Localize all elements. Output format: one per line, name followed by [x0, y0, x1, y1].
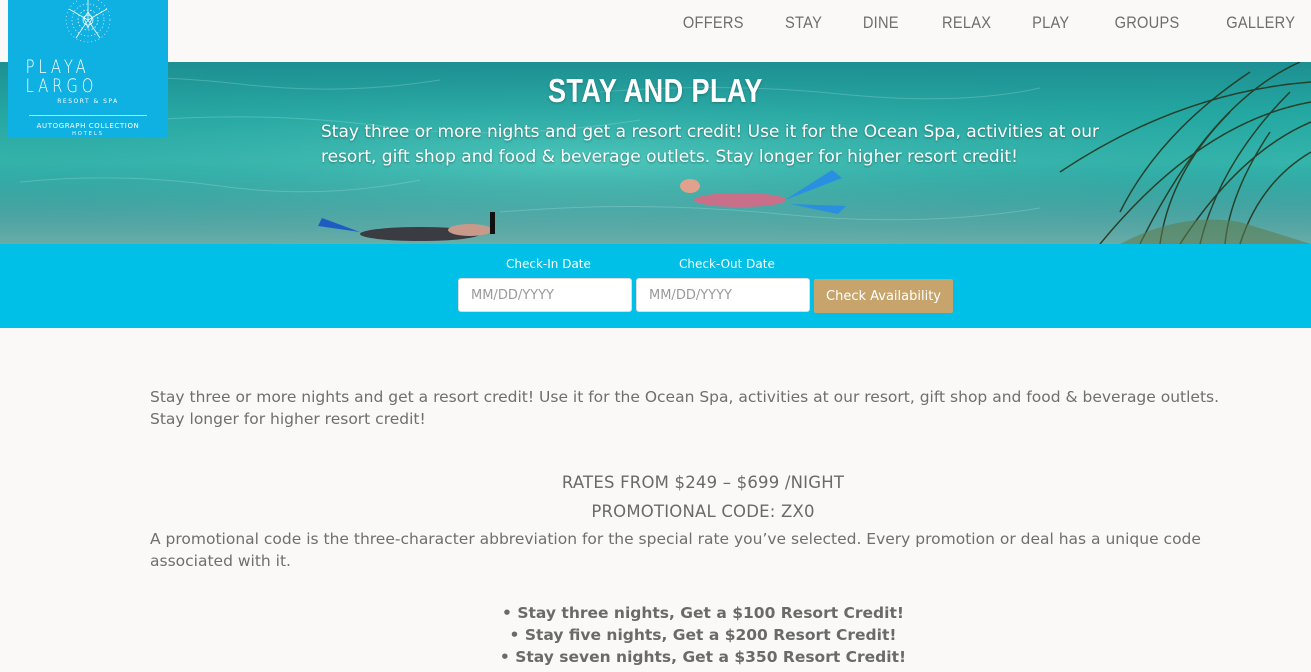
top-bar: OFFERS STAY DINE RELAX PLAY GROUPS GALLE…	[0, 0, 1311, 62]
list-item: • Stay five nights, Get a $200 Resort Cr…	[509, 626, 897, 644]
checkin-label: Check-In Date	[506, 257, 591, 271]
checkout-label: Check-Out Date	[679, 257, 775, 271]
main-nav: OFFERS STAY DINE RELAX PLAY GROUPS GALLE…	[638, 0, 1295, 46]
promo-code: PROMOTIONAL CODE: ZX0	[591, 502, 815, 521]
brand-logo[interactable]: PLAYA LARGO RESORT & SPA AUTOGRAPH COLLE…	[8, 0, 168, 137]
nav-item-play[interactable]: PLAY	[1032, 13, 1069, 33]
offer-content: Stay three or more nights and get a reso…	[150, 386, 1256, 668]
nav-item-groups[interactable]: GROUPS	[1115, 13, 1180, 33]
hero-banner: STAY AND PLAY Stay three or more nights …	[0, 62, 1311, 244]
hero-title: STAY AND PLAY	[547, 72, 763, 109]
brand-subtitle: RESORT & SPA	[57, 98, 119, 105]
nav-item-relax[interactable]: RELAX	[942, 13, 991, 33]
list-item: • Stay seven nights, Get a $350 Resort C…	[499, 648, 907, 666]
rates-block: RATES FROM $249 – $699 /NIGHT PROMOTIONA…	[150, 468, 1256, 526]
offer-intro: Stay three or more nights and get a reso…	[150, 388, 1220, 428]
promo-code-note: A promotional code is the three-characte…	[150, 530, 1201, 570]
nav-item-stay[interactable]: STAY	[785, 13, 822, 33]
checkout-date-input[interactable]	[636, 278, 810, 312]
rates-range: RATES FROM $249 – $699 /NIGHT	[561, 473, 845, 492]
brand-collection-sub: HOTELS	[72, 131, 104, 137]
booking-bar: Check-In Date Check-Out Date Check Avail…	[0, 244, 1311, 328]
sea-urchin-icon	[65, 0, 111, 43]
nav-item-offers[interactable]: OFFERS	[683, 13, 744, 33]
nav-item-dine[interactable]: DINE	[863, 13, 899, 33]
checkin-date-input[interactable]	[458, 278, 632, 312]
logo-divider	[29, 115, 147, 116]
brand-collection: AUTOGRAPH COLLECTION	[36, 122, 140, 130]
hero-description: Stay three or more nights and get a reso…	[321, 122, 1099, 167]
nav-item-gallery[interactable]: GALLERY	[1226, 13, 1295, 33]
offer-list: • Stay three nights, Get a $100 Resort C…	[150, 602, 1256, 668]
brand-name: PLAYA LARGO	[25, 56, 98, 97]
check-availability-button[interactable]: Check Availability	[814, 279, 953, 313]
list-item: • Stay three nights, Get a $100 Resort C…	[502, 604, 904, 622]
